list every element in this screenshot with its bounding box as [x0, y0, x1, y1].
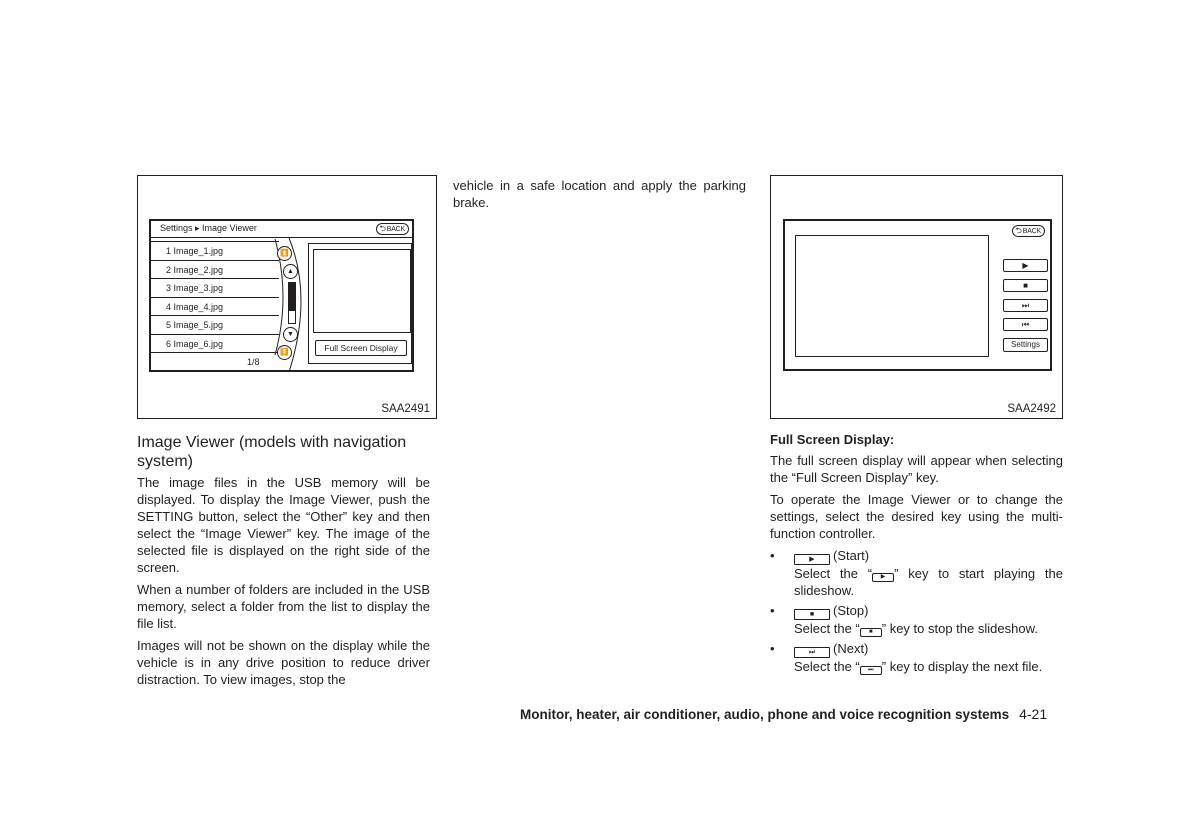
paragraph: The full screen display will appear when…: [770, 453, 1063, 485]
paragraph: Images will not be shown on the display …: [137, 638, 430, 687]
return-arrow-icon: ⮌: [379, 224, 386, 233]
figure-image-viewer-list: Settings ▸ Image Viewer ⮌ BACK 1 Image_1…: [137, 175, 437, 419]
bullet-label: (Stop): [833, 603, 869, 618]
image-preview: [313, 249, 411, 333]
paragraph: The image files in the USB memory will b…: [137, 475, 430, 575]
preview-panel: Full Screen Display: [308, 243, 412, 364]
bullet-marker: •: [770, 641, 775, 656]
column-2-body: vehicle in a safe location and apply the…: [453, 177, 746, 216]
paragraph: To operate the Image Viewer or to change…: [770, 492, 1063, 541]
stop-button[interactable]: ■: [1003, 279, 1048, 292]
bullet-next: • ⏭ (Next): [770, 640, 1063, 658]
page-up-button[interactable]: ⏫: [277, 246, 292, 261]
full-screen-display-button[interactable]: Full Screen Display: [315, 340, 407, 356]
desc-text: Select the “: [794, 621, 860, 636]
next-key-inline-icon: ⏭: [859, 666, 882, 675]
previous-track-icon: ⏮: [1021, 320, 1030, 329]
desc-text: ” key to stop the slideshow.: [881, 621, 1038, 636]
figure-code: SAA2492: [1007, 403, 1056, 415]
figure-code: SAA2491: [381, 403, 430, 415]
return-arrow-icon: ⮌: [1015, 226, 1022, 235]
stop-key-icon: ■: [794, 609, 830, 620]
play-icon: ▶: [1022, 261, 1029, 270]
file-list: 1 Image_1.jpg 2 Image_2.jpg 3 Image_3.jp…: [151, 241, 279, 353]
file-list-item[interactable]: 4 Image_4.jpg: [151, 296, 279, 316]
page-footer: Monitor, heater, air conditioner, audio,…: [520, 706, 1047, 722]
bullet-stop: • ■ (Stop): [770, 602, 1063, 620]
next-track-icon: ⏭: [1021, 301, 1030, 310]
play-key-icon: ▶: [794, 554, 830, 565]
stop-key-inline-icon: ■: [859, 628, 882, 637]
double-down-chevron-icon: ⏬: [280, 349, 289, 356]
back-button[interactable]: ⮌ BACK: [1011, 225, 1045, 237]
bullet-label: (Next): [833, 641, 869, 656]
back-label: BACK: [1022, 227, 1041, 235]
desc-text: Select the “: [794, 566, 873, 581]
full-screen: ⮌ BACK ▶ ■ ⏭ ⏮ Settings: [783, 219, 1052, 371]
column-1-body: The image files in the USB memory will b…: [137, 474, 430, 693]
figure-full-screen-display: ⮌ BACK ▶ ■ ⏭ ⏮ Settings SAA2492: [770, 175, 1063, 419]
nav-screen: Settings ▸ Image Viewer ⮌ BACK 1 Image_1…: [149, 219, 414, 373]
scrollbar-thumb[interactable]: [289, 283, 295, 311]
file-list-item[interactable]: 1 Image_1.jpg: [151, 241, 279, 260]
full-image-display: [795, 235, 989, 357]
up-chevron-icon: ▲: [287, 268, 294, 275]
footer-section-title: Monitor, heater, air conditioner, audio,…: [520, 707, 1010, 722]
paragraph: When a number of folders are included in…: [137, 582, 430, 631]
desc-text: ” key to display the next file.: [881, 659, 1043, 674]
file-list-item[interactable]: 2 Image_2.jpg: [151, 259, 279, 279]
desc-text: Select the “: [794, 659, 860, 674]
play-button[interactable]: ▶: [1003, 259, 1048, 272]
bullet-start: • ▶ (Start): [770, 547, 1063, 565]
double-up-chevron-icon: ⏫: [280, 250, 289, 257]
bullet-marker: •: [770, 548, 775, 563]
scrollbar[interactable]: [288, 282, 296, 324]
subsection-heading: Full Screen Display:: [770, 432, 895, 447]
play-key-inline-icon: ▶: [872, 573, 895, 582]
settings-button[interactable]: Settings: [1003, 338, 1048, 352]
next-button[interactable]: ⏭: [1003, 299, 1048, 312]
section-heading: Image Viewer (models with navigation sys…: [137, 434, 407, 470]
scroll-up-button[interactable]: ▲: [283, 264, 298, 279]
down-chevron-icon: ▼: [287, 331, 294, 338]
bullet-marker: •: [770, 603, 775, 618]
page-indicator: 1/8: [247, 357, 260, 367]
previous-button[interactable]: ⏮: [1003, 318, 1048, 331]
back-label: BACK: [386, 225, 405, 233]
file-list-item[interactable]: 3 Image_3.jpg: [151, 278, 279, 297]
bullet-label: (Start): [833, 548, 870, 563]
bullet-description: Select the “■” key to stop the slideshow…: [770, 620, 1063, 637]
file-list-item[interactable]: 6 Image_6.jpg: [151, 333, 279, 353]
scroll-down-button[interactable]: ▼: [283, 327, 298, 342]
bullet-description: Select the “▶” key to start playing the …: [770, 565, 1063, 599]
back-button[interactable]: ⮌ BACK: [375, 223, 409, 235]
breadcrumb: Settings ▸ Image Viewer: [160, 223, 257, 233]
file-list-item[interactable]: 5 Image_5.jpg: [151, 315, 279, 334]
paragraph: vehicle in a safe location and apply the…: [453, 178, 746, 210]
page-down-button[interactable]: ⏬: [277, 345, 292, 360]
bullet-description: Select the “⏭” key to display the next f…: [770, 658, 1063, 675]
column-3-body: The full screen display will appear when…: [770, 452, 1063, 678]
stop-icon: ■: [1023, 281, 1028, 290]
page-number: 4-21: [1019, 706, 1048, 722]
next-key-icon: ⏭: [794, 647, 830, 658]
